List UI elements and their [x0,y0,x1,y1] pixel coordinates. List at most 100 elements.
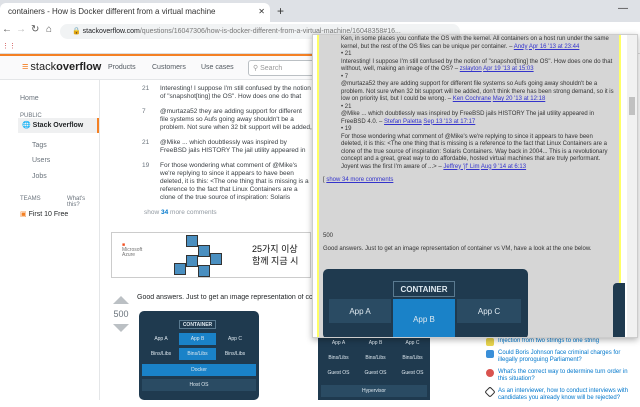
diagram-label: Hypervisor [321,385,427,397]
diagram-label: App B [179,333,216,345]
sidebar-item-first-10-free[interactable]: ▣ First 10 Free [20,210,68,218]
reload-icon[interactable]: ↻ [31,24,39,35]
lock-icon: 🔒 [72,28,81,35]
nav-use-cases[interactable]: Use cases [201,64,234,71]
comment-score: 21 [344,103,352,110]
diagram-label: App C [228,336,242,342]
close-tab-icon[interactable]: ✕ [258,7,265,16]
comment-score: 21 [142,85,150,92]
comment-score: 21 [344,51,352,57]
comment-score: 19 [142,162,150,169]
diagram-label: CONTAINER [179,320,216,329]
show-more-comments-link[interactable]: show 34 more comments [326,177,393,183]
show-more-text: show [144,209,161,216]
answer-text: Good answers. Just to get an image repre… [137,294,312,301]
popup-answer-score: 500 [323,232,334,239]
comment-text: @murtaza52 they are adding support for d… [160,108,312,131]
browser-tab[interactable]: containers - How is Docker different fro… [0,3,270,22]
popup-show-more: [ show 34 more comments [323,177,394,183]
site-icon [486,369,494,377]
sidebar-item-jobs[interactable]: Jobs [32,173,47,180]
popup-scrollbar[interactable] [627,35,637,337]
site-header: ≡ stackoverflow Products Customers Use ca… [0,54,318,80]
diagram-label: Docker [142,364,256,376]
nav-customers[interactable]: Customers [152,64,186,71]
forward-icon[interactable]: → [16,24,26,35]
whats-this-link[interactable]: What's this? [67,196,99,208]
diagram-label: Guest OS [327,370,350,376]
hnq-title: What's the correct way to determine turn… [498,369,628,382]
microsoft-azure-logo: ■ Microsoft Azure [122,243,142,258]
upvote-icon[interactable] [113,296,129,304]
search-placeholder: Search [260,65,283,72]
popup-comment: • 7 @murtaza52 they are adding support fo… [341,73,614,103]
diagram-label: App B [393,299,455,337]
hnq-item[interactable]: What's the correct way to determine turn… [486,369,636,383]
site-icon [486,338,494,346]
comment-author[interactable]: Stefan Paletta [384,119,422,125]
minimize-button[interactable]: — [618,3,628,14]
comment-date[interactable]: Apr 16 '13 at 23:44 [529,44,580,50]
comment-author[interactable]: Andy [514,44,528,50]
advertisement[interactable]: ■ Microsoft Azure 25가지 이상 함께 지금 시 [111,232,311,278]
comment-score: 7 [344,73,349,80]
hnq-item[interactable]: Could Boris Johnson face criminal charge… [486,350,636,364]
diagram-label: Bins/Libs [328,355,349,361]
diagram-label: App B [368,340,383,346]
popup-diagram: CONTAINER App A App B App C [323,269,528,337]
show-more-comments-link[interactable]: show 34 more comments [144,209,217,217]
hnq-title: Injection from two strings to one string [498,338,600,344]
back-icon[interactable]: ← [2,24,12,35]
comment: For those wondering what comment of @Mik… [160,162,312,202]
popup-comment: Ken, in some places you conflate the OS … [323,36,615,51]
docker-diagram: CONTAINER App A App B App C Bins/Libs Bi… [139,311,259,400]
sidebar-item-home[interactable]: Home [20,95,39,102]
comment-author[interactable]: zslayton [460,66,482,72]
diagram-label: App C [405,340,420,346]
ad-headline: 함께 지금 시 [252,256,299,266]
comment-text: For those wondering what comment of @Mik… [160,162,309,201]
sidebar-item-users[interactable]: Users [32,157,50,164]
nav-products[interactable]: Products [108,64,136,71]
diagram-label: Bins/Libs [179,348,216,360]
comment-date[interactable]: Aug 9 '14 at 6:13 [481,164,526,170]
home-icon[interactable]: ⌂ [46,24,52,35]
comment: @Mike ... which doubtlessly was inspired… [160,139,312,155]
popup-window[interactable]: Ken, in some places you conflate the OS … [312,34,638,338]
diagram-label: App A [154,336,168,342]
downvote-icon[interactable] [113,324,129,332]
search-input[interactable]: ⚲ Search [248,60,318,76]
tab-bar: containers - How is Docker different fro… [0,0,640,22]
comment-author[interactable]: Jeffrey 'jf' Lim [443,164,479,170]
logo-text-bold: overflow [56,61,102,73]
sidebar-item-stack-overflow[interactable]: 🌐 Stack Overflow [18,118,99,133]
apps-icon[interactable]: ⋮⋮ [2,42,16,50]
globe-icon: 🌐 [22,122,31,129]
tab-title: containers - How is Docker different fro… [8,7,216,16]
stackoverflow-logo[interactable]: ≡ stackoverflow [22,61,101,73]
comment-score: 19 [344,126,352,132]
sidebar-section-teams: TEAMS [20,196,41,202]
diagram-label: Bins/Libs [150,351,172,357]
diagram-label: App A [329,299,391,323]
hot-network-questions: Injection from two strings to one string… [484,338,636,407]
sidebar-item-tags[interactable]: Tags [32,142,47,149]
hnq-item[interactable]: Injection from two strings to one string [486,338,636,346]
sidebar-item-label: Stack Overflow [32,122,84,129]
diagram-label: Bins/Libs [224,351,246,357]
comment: @murtaza52 they are adding support for d… [160,108,312,132]
diagram-label: Guest OS [364,370,387,376]
scrollbar-thumb[interactable] [629,97,635,115]
vote-controls: 500 [112,296,130,332]
popup-answer-text: Good answers. Just to get an image repre… [323,246,592,252]
new-tab-button[interactable]: + [277,4,284,18]
sidebar-item-label: First 10 Free [28,211,69,218]
show-more-text: more comments [168,209,217,216]
popup-comment: • 21 Interesting! I suppose I'm still con… [341,51,613,72]
diagram-label: CONTAINER [393,281,455,297]
comment-date[interactable]: Apr 19 '13 at 15:03 [483,66,534,72]
ad-brand: Azure [122,252,136,258]
comment-date[interactable]: May 20 '13 at 12:18 [493,96,546,102]
comment-author[interactable]: Ken Cochrane [453,96,491,102]
comment-date[interactable]: Sep 13 '13 at 17:17 [423,119,475,125]
